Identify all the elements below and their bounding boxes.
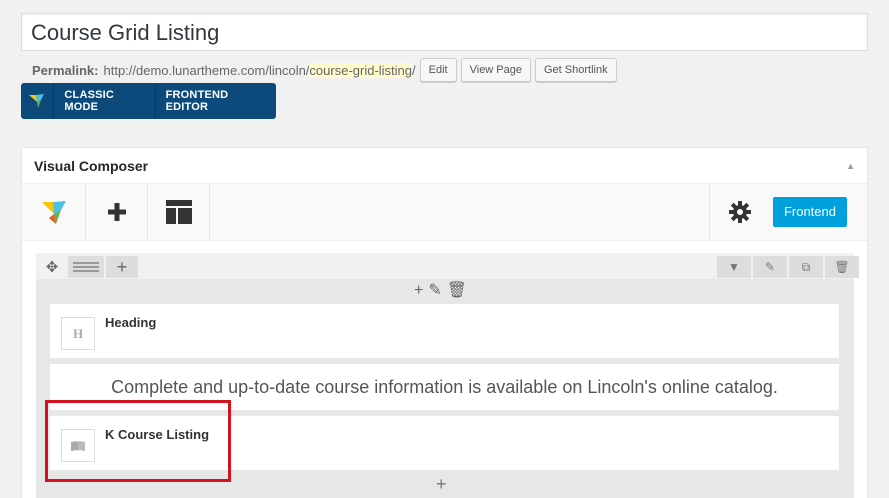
column-edit-pencil-icon[interactable]: ✎: [428, 282, 441, 300]
vc-main-logo-icon[interactable]: [22, 184, 86, 240]
row-delete-trash-icon[interactable]: 🗑: [825, 256, 859, 278]
permalink-row: Permalink: http://demo.lunartheme.com/li…: [32, 58, 617, 82]
heading-element-icon: H: [61, 317, 95, 350]
frontend-button[interactable]: Frontend: [772, 197, 847, 227]
permalink-base: http://demo.lunartheme.com/lincoln/: [103, 62, 310, 78]
column-controls: + ✎ 🗑: [414, 281, 467, 301]
permalink-label: Permalink:: [32, 62, 99, 78]
add-element-icon[interactable]: [86, 184, 148, 240]
classic-mode-button[interactable]: CLASSIC MODE: [54, 83, 156, 119]
permalink-trail: /: [412, 62, 416, 78]
view-page-button[interactable]: View Page: [460, 58, 531, 82]
vc-logo-icon[interactable]: [21, 83, 55, 119]
edit-permalink-button[interactable]: Edit: [419, 58, 457, 82]
post-title-input[interactable]: Course Grid Listing: [21, 13, 868, 51]
row-collapse-icon[interactable]: ▼: [717, 256, 751, 278]
text-block-content: Complete and up-to-date course informati…: [111, 377, 778, 397]
column-delete-trash-icon[interactable]: 🗑: [447, 282, 467, 300]
editor-mode-bar: CLASSIC MODE FRONTEND EDITOR: [21, 83, 276, 119]
permalink-slug[interactable]: course-grid-listing: [309, 62, 413, 78]
templates-icon[interactable]: [148, 184, 210, 240]
column-add-icon[interactable]: +: [414, 282, 423, 300]
column-bottom-add-icon[interactable]: +: [436, 474, 447, 495]
vc-panel-header[interactable]: Visual Composer ▲: [22, 148, 867, 184]
row-add-column-icon[interactable]: +: [106, 256, 138, 278]
row-move-icon[interactable]: ✥: [36, 256, 68, 278]
heading-element[interactable]: H Heading: [50, 304, 839, 358]
frontend-button-wrap: Frontend: [771, 184, 867, 240]
row-layout-icon[interactable]: [68, 256, 104, 278]
collapse-arrow-icon[interactable]: ▲: [846, 161, 855, 171]
vc-panel-title: Visual Composer: [34, 157, 149, 174]
heading-element-label: Heading: [105, 315, 157, 330]
vc-toolbar: Frontend: [22, 184, 867, 241]
get-shortlink-button[interactable]: Get Shortlink: [535, 58, 617, 82]
row-controls-left: ✥ +: [36, 256, 138, 278]
row-edit-pencil-icon[interactable]: ✎: [753, 256, 787, 278]
row-clone-icon[interactable]: ⧉: [789, 256, 823, 278]
page-settings-gear-icon[interactable]: [708, 184, 771, 240]
highlight-annotation-box: [45, 400, 231, 482]
row-controls-right: ▼ ✎ ⧉ 🗑: [715, 256, 859, 278]
frontend-editor-button[interactable]: FRONTEND EDITOR: [156, 83, 276, 119]
